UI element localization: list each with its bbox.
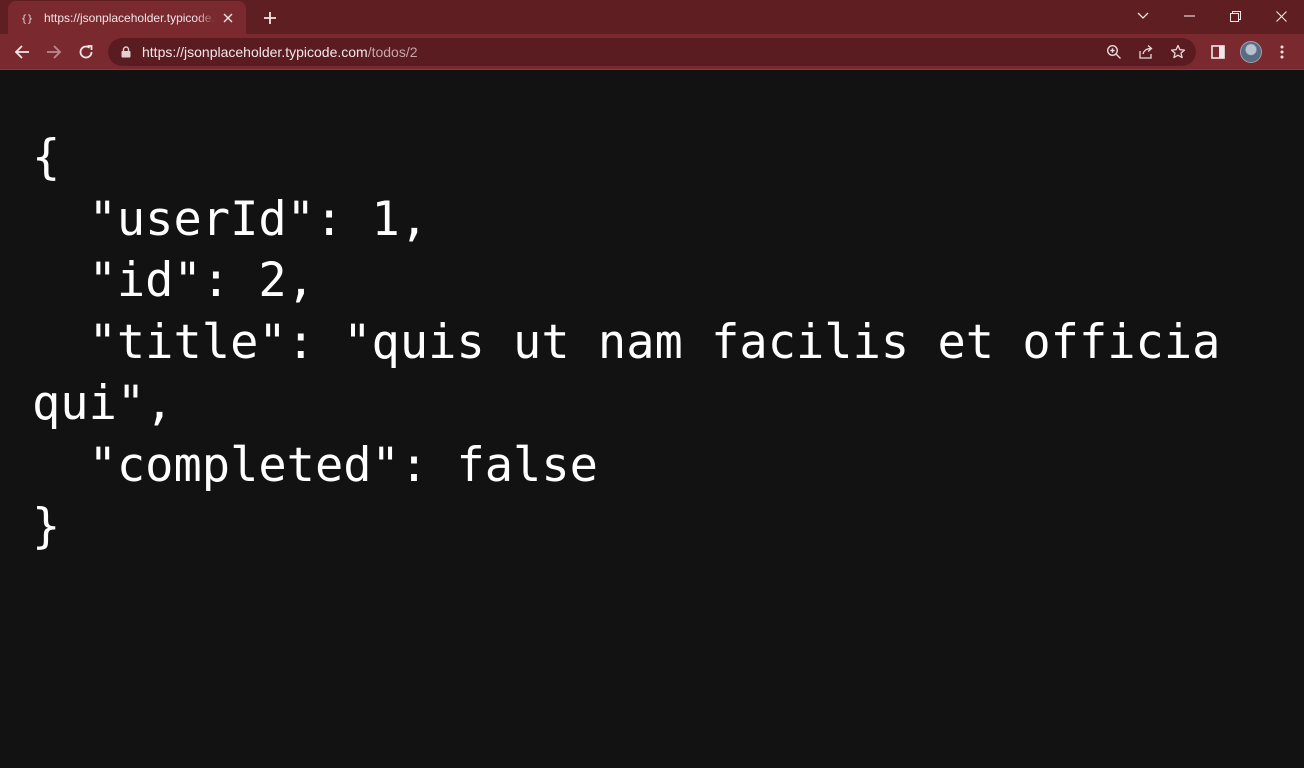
address-bar[interactable]: https://jsonplaceholder.typicode.com/tod… [108, 38, 1196, 66]
url-text[interactable]: https://jsonplaceholder.typicode.com/tod… [142, 38, 418, 66]
browser-tab[interactable]: {} https://jsonplaceholder.typicode.com/… [8, 1, 246, 34]
back-button[interactable] [8, 38, 36, 66]
tab-title: https://jsonplaceholder.typicode.com/tod… [44, 10, 216, 25]
menu-kebab-icon [1280, 45, 1284, 59]
reload-button[interactable] [72, 38, 100, 66]
share-icon[interactable] [1136, 42, 1156, 62]
tab-close-icon[interactable] [220, 10, 236, 26]
minimize-icon [1183, 15, 1195, 17]
forward-icon [47, 45, 62, 59]
chevron-down-icon [1137, 12, 1149, 19]
restore-button[interactable] [1213, 2, 1257, 30]
zoom-icon[interactable] [1104, 42, 1124, 62]
tab-search-button[interactable] [1121, 2, 1165, 30]
reload-icon [79, 45, 93, 59]
bookmark-star-icon[interactable] [1168, 42, 1188, 62]
json-response: { "userId": 1, "id": 2, "title": "quis u… [32, 130, 1221, 554]
lock-icon[interactable] [118, 44, 134, 60]
restore-icon [1229, 10, 1241, 22]
side-panel-icon [1211, 45, 1225, 59]
back-icon [14, 45, 29, 59]
new-tab-button[interactable] [258, 6, 282, 30]
profile-avatar[interactable] [1240, 41, 1262, 63]
jsonplaceholder-favicon-icon: {} [20, 10, 36, 26]
close-window-button[interactable] [1259, 2, 1303, 30]
browser-menu-button[interactable] [1268, 38, 1296, 66]
plus-icon [264, 12, 276, 24]
url-path: /todos/2 [367, 44, 418, 60]
close-icon [1275, 10, 1287, 22]
browser-toolbar: https://jsonplaceholder.typicode.com/tod… [0, 34, 1304, 70]
forward-button[interactable] [40, 38, 68, 66]
url-host: https://jsonplaceholder.typicode.com [142, 44, 368, 60]
page-viewport: { "userId": 1, "id": 2, "title": "quis u… [0, 71, 1304, 768]
tab-strip: {} https://jsonplaceholder.typicode.com/… [0, 0, 1304, 34]
side-panel-button[interactable] [1204, 38, 1232, 66]
minimize-button[interactable] [1167, 2, 1211, 30]
svg-text:{}: {} [21, 14, 33, 25]
